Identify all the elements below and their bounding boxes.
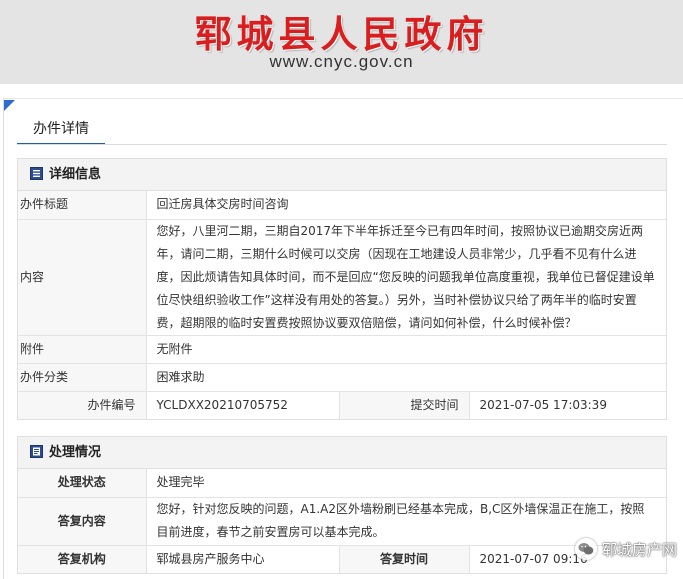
handling-section: 处理情况 处理状态 处理完毕 答复内容 您好，针对您反映的问题，A1.A2区外墙…: [17, 436, 667, 574]
handling-section-header: 处理情况: [18, 437, 666, 469]
document-icon: [30, 439, 43, 458]
reply-time-label: 答复时间: [338, 544, 470, 573]
table-row: 内容 您好，八里河二期，三期自2017年下半年拆迁至今已有四年时间，按照协议已逾…: [18, 218, 666, 335]
submit-time-value: 2021-07-05 17:03:39: [469, 390, 666, 419]
case-number-value: YCLDXX20210705752: [146, 390, 339, 419]
case-number-label: 办件编号: [18, 390, 147, 419]
status-value: 处理完毕: [156, 475, 205, 490]
list-icon: [30, 161, 43, 180]
table-row: 办件标题 回迁房具体交房时间咨询: [18, 191, 666, 219]
tab-divider: [17, 144, 667, 145]
corner-triangle-icon: [4, 100, 15, 111]
site-title: 郓城县人民政府: [194, 12, 489, 56]
subject-value: 回迁房具体交房时间咨询: [156, 197, 289, 212]
table-row: 答复内容 您好，针对您反映的问题，A1.A2区外墙粉刷已经基本完成，B,C区外墙…: [18, 496, 666, 545]
reply-label: 答复内容: [18, 496, 147, 545]
attachment-value: 无附件: [146, 334, 666, 363]
handling-table: 处理状态 处理完毕 答复内容 您好，针对您反映的问题，A1.A2区外墙粉刷已经基…: [18, 469, 666, 573]
detail-table: 办件标题 回迁房具体交房时间咨询 内容 您好，八里河二期，三期自2017年下半年…: [18, 191, 666, 419]
handling-section-title: 处理情况: [49, 445, 102, 460]
reply-org-label: 答复机构: [18, 544, 147, 573]
watermark: 郓城房产网: [574, 536, 677, 562]
content-label: 内容: [18, 218, 147, 335]
detail-section-title: 详细信息: [49, 167, 102, 182]
table-row: 答复机构 郓城县房产服务中心 答复时间 2021-07-07 09:16: [18, 544, 666, 573]
reply-org-value: 郓城县房产服务中心: [146, 544, 339, 573]
detail-section-header: 详细信息: [18, 159, 666, 191]
category-label: 办件分类: [18, 362, 147, 391]
tab-case-detail[interactable]: 办件详情: [17, 117, 105, 145]
table-row: 处理状态 处理完毕: [18, 469, 666, 497]
detail-section: 详细信息 办件标题 回迁房具体交房时间咨询 内容 您好，八里河二期，三期自201…: [17, 158, 667, 420]
table-row: 办件分类 困难求助: [18, 362, 666, 391]
site-url[interactable]: www.cnyc.gov.cn: [0, 52, 683, 72]
attachment-label: 附件: [18, 334, 147, 363]
table-row: 办件编号 YCLDXX20210705752 提交时间 2021-07-05 1…: [18, 390, 666, 419]
submit-time-label: 提交时间: [338, 390, 470, 419]
wechat-icon: [574, 538, 597, 560]
content-value: 您好，八里河二期，三期自2017年下半年拆迁至今已有四年时间，按照协议已逾期交房…: [146, 218, 666, 335]
subject-label: 办件标题: [18, 191, 147, 219]
site-header: 郓城县人民政府 www.cnyc.gov.cn: [0, 0, 683, 84]
watermark-text: 郓城房产网: [601, 540, 677, 559]
table-row: 附件 无附件: [18, 334, 666, 363]
category-value: 困难求助: [146, 362, 666, 391]
status-label: 处理状态: [18, 469, 147, 497]
